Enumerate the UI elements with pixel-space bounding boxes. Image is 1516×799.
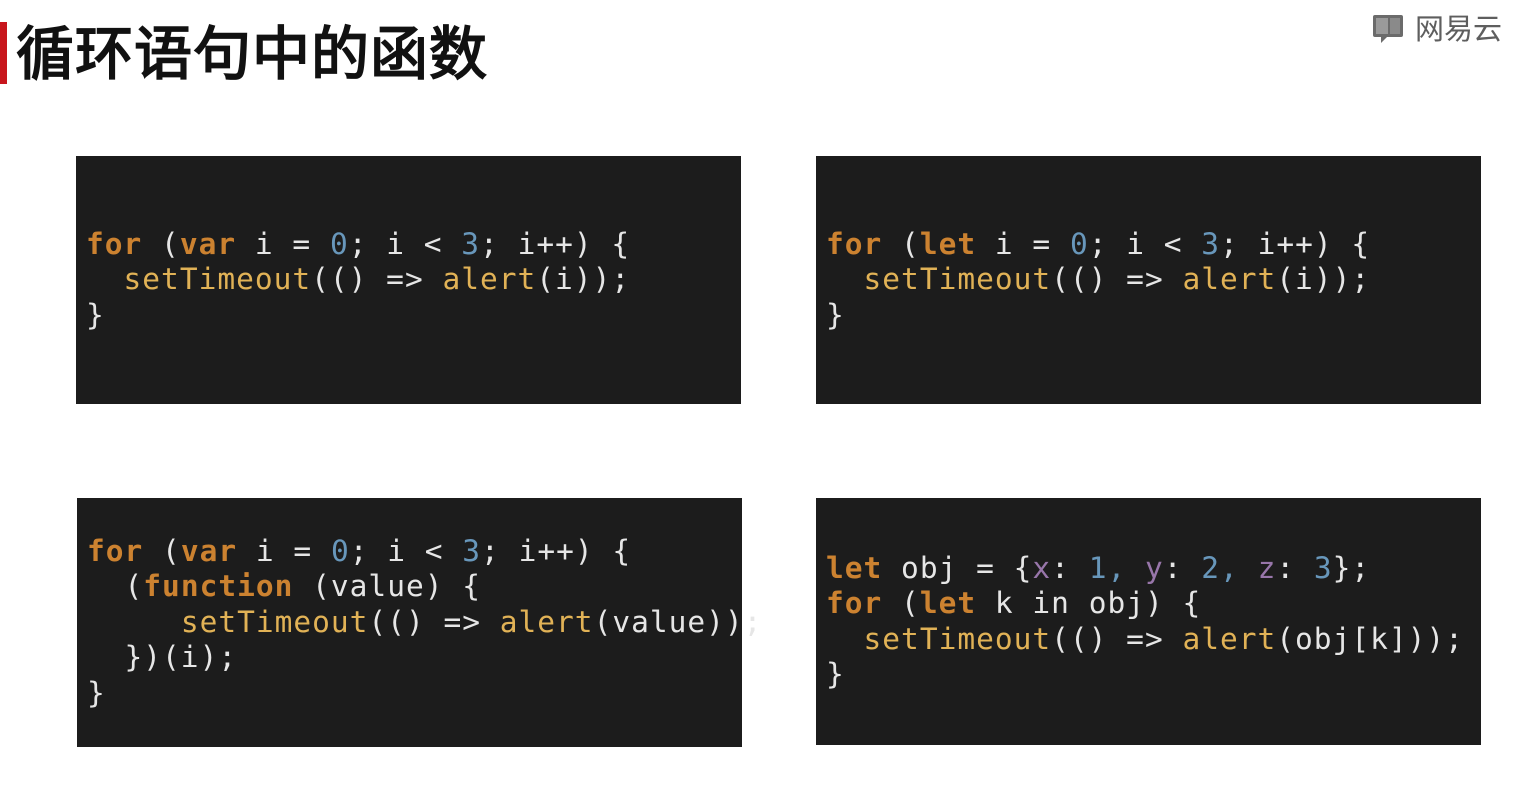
code-text: :	[1276, 550, 1314, 585]
code-line: setTimeout(() => alert(i));	[826, 262, 1481, 298]
code-text: i =	[236, 226, 330, 261]
code-line: for (let k in obj) {	[826, 586, 1481, 622]
code-line: }	[86, 298, 741, 334]
code-property: x	[1032, 550, 1052, 585]
code-line: }	[826, 298, 1481, 334]
code-text: (i));	[1276, 262, 1371, 297]
code-line: })(i);	[87, 640, 742, 676]
code-function-name: alert	[1182, 262, 1277, 297]
code-line: setTimeout(() => alert(value));	[87, 604, 762, 641]
code-number: 0	[1069, 226, 1089, 261]
code-keyword: function	[143, 569, 294, 604]
code-text: ; i++) {	[1220, 226, 1371, 261]
code-text: k in obj) {	[976, 586, 1202, 620]
book-icon	[1372, 15, 1403, 43]
code-keyword: for	[87, 533, 144, 568]
code-keyword: let	[919, 586, 977, 620]
code-line: }	[826, 657, 1481, 693]
code-line: for (var i = 0; i < 3; i++) {	[86, 227, 741, 263]
code-text: ; i++) {	[480, 226, 631, 261]
code-block-var-loop: for (var i = 0; i < 3; i++) { setTimeout…	[76, 156, 741, 404]
code-keyword: for	[826, 226, 883, 261]
code-line: setTimeout(() => alert(obj[k]));	[826, 622, 1481, 658]
code-text: })(i);	[87, 640, 238, 675]
code-text: (() =>	[311, 262, 443, 297]
code-text: }	[826, 297, 845, 332]
code-text: (obj[k]));	[1276, 621, 1464, 656]
code-keyword: for	[826, 586, 883, 620]
code-text: (() =>	[368, 604, 500, 639]
code-text: i =	[976, 226, 1070, 261]
code-keyword: let	[919, 226, 977, 261]
code-text: (i));	[536, 262, 631, 297]
code-text: ; i <	[349, 533, 463, 568]
code-text: ; i <	[348, 226, 462, 261]
code-number: 2,	[1201, 550, 1258, 585]
code-function-name: setTimeout	[123, 262, 312, 297]
code-function-name: setTimeout	[180, 604, 369, 639]
code-block-let-loop: for (let i = 0; i < 3; i++) { setTimeout…	[816, 156, 1481, 404]
code-text: (value));	[593, 604, 763, 639]
code-number: 0	[329, 226, 349, 261]
code-text: (() =>	[1051, 621, 1183, 656]
page-title: 循环语句中的函数	[16, 20, 489, 88]
code-text: :	[1051, 550, 1089, 585]
code-line: }	[87, 676, 742, 712]
code-text: }	[826, 657, 845, 691]
logo-text: 网易云	[1414, 12, 1502, 46]
code-function-name: setTimeout	[863, 262, 1052, 297]
code-text: (	[142, 226, 180, 261]
code-block-iife-loop: for (var i = 0; i < 3; i++) { (function …	[77, 498, 762, 747]
code-text: (	[87, 569, 144, 604]
brand-logo: 网易云	[1371, 6, 1502, 48]
code-text: (() =>	[1051, 262, 1183, 297]
code-line: for (let i = 0; i < 3; i++) {	[826, 227, 1481, 263]
code-function-name: setTimeout	[863, 621, 1052, 656]
code-block-for-in-loop: let obj = {x: 1, y: 2, z: 3}; for (let k …	[816, 498, 1481, 745]
code-text: obj = {	[882, 550, 1033, 585]
code-keyword: var	[179, 226, 237, 261]
code-function-name: alert	[442, 262, 537, 297]
code-line: setTimeout(() => alert(i));	[86, 262, 741, 298]
code-text: (	[882, 586, 920, 620]
code-text: ; i++) {	[481, 533, 632, 568]
code-line: let obj = {x: 1, y: 2, z: 3};	[826, 551, 1481, 587]
code-number: 3	[462, 533, 482, 568]
code-text: i =	[237, 533, 331, 568]
code-text: };	[1332, 550, 1371, 585]
code-number: 3	[461, 226, 481, 261]
code-text: }	[86, 297, 105, 332]
code-number: 3	[1201, 226, 1221, 261]
code-function-name: alert	[499, 604, 594, 639]
code-keyword: for	[86, 226, 143, 261]
code-text: (value) {	[293, 569, 481, 604]
code-text: :	[1163, 550, 1202, 585]
code-text: }	[87, 675, 106, 710]
code-text: ; i <	[1088, 226, 1202, 261]
code-text: (	[882, 226, 920, 261]
code-text: (	[143, 533, 181, 568]
code-property: z	[1257, 550, 1277, 585]
code-number: 3	[1313, 550, 1333, 585]
title-accent-bar	[0, 22, 7, 84]
code-keyword: var	[180, 533, 238, 568]
code-number: 1,	[1088, 550, 1145, 585]
code-line: for (var i = 0; i < 3; i++) {	[87, 534, 742, 570]
code-property: y	[1144, 550, 1164, 585]
code-function-name: alert	[1182, 621, 1277, 656]
code-keyword: let	[826, 550, 883, 585]
code-number: 0	[330, 533, 350, 568]
code-line: (function (value) {	[87, 569, 742, 605]
